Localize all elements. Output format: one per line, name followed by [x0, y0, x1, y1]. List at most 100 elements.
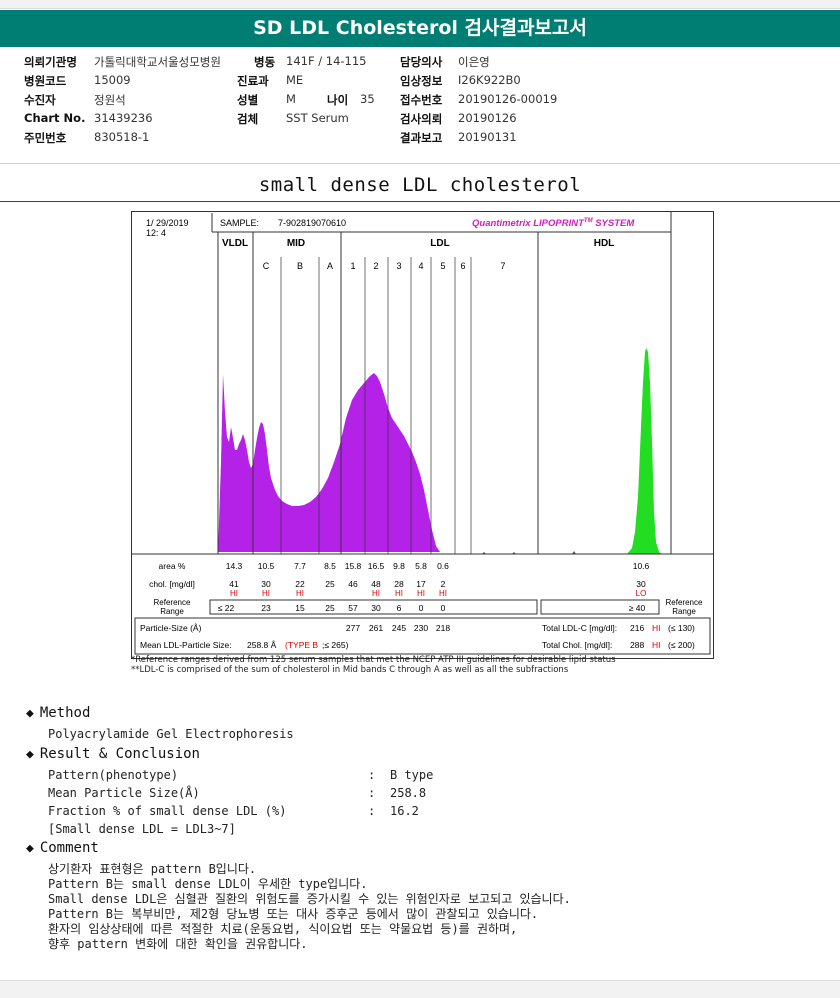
area-label: area %: [159, 561, 186, 571]
diamond-bullet-icon: ◆: [26, 706, 34, 721]
ref-value: 6: [397, 603, 402, 613]
request-label: 검사의뢰: [400, 112, 443, 126]
ref-value: 23: [261, 603, 271, 613]
diamond-bullet-icon: ◆: [26, 841, 34, 856]
result-date-value: 20190131: [458, 130, 517, 144]
sex-label: 성별: [237, 93, 259, 107]
footnote-1: *Reference ranges derived from 125 serum…: [131, 655, 616, 665]
hdl-peak: [627, 348, 662, 554]
clinical-label: 임상정보: [400, 74, 443, 88]
hi-flag: HI: [439, 589, 447, 598]
mean-ldl-type: (TYPE B: [285, 640, 318, 650]
result-date-label: 결과보고: [400, 131, 443, 145]
hi-flag: HI: [262, 589, 270, 598]
ref-value: 0: [419, 603, 424, 613]
hospital-label: 의뢰기관명: [24, 55, 77, 69]
hi-flag: HI: [230, 589, 238, 598]
chol-value: 2: [441, 579, 446, 589]
sub-band-c: C: [263, 261, 270, 271]
mean-ldl-size-value: 258.8 Å: [247, 640, 277, 650]
hospital-value: 가톨릭대학교서울성모병원: [94, 55, 221, 69]
ref-label-right: Reference: [666, 598, 703, 607]
specimen-value: SST Serum: [286, 111, 349, 125]
patient-info: 의뢰기관명 가톨릭대학교서울성모병원 병동 141F / 14-115 담당의사…: [24, 54, 824, 149]
lipoprint-chart: 1/ 29/2019 12: 4 SAMPLE: 7-902819070610 …: [132, 212, 713, 655]
hi-flag: HI: [395, 589, 403, 598]
resident-label: 주민번호: [24, 131, 67, 145]
footnotes: *Reference ranges derived from 125 serum…: [131, 655, 616, 675]
sub-band-1: 1: [350, 261, 355, 271]
total-ldl-label: Total LDL-C [mg/dl]:: [542, 623, 617, 633]
pattern-value: B type: [390, 768, 434, 782]
area-value: 16.5: [368, 561, 385, 571]
sub-band-3: 3: [396, 261, 401, 271]
particle-size-value: 277: [346, 623, 360, 633]
total-chol-value: 288: [630, 640, 644, 650]
method-text: Polyacrylamide Gel Electrophoresis: [48, 727, 294, 741]
chart-label: Chart No.: [24, 111, 86, 125]
age-value: 35: [360, 92, 375, 106]
doctor-value: 이은영: [458, 55, 490, 69]
lipoprint-report: 1/ 29/2019 12: 4 SAMPLE: 7-902819070610 …: [131, 211, 714, 659]
bottom-bar: [0, 980, 840, 998]
area-value: 14.3: [226, 561, 243, 571]
hi-flag: HI: [296, 589, 304, 598]
ref-value: 0: [441, 603, 446, 613]
fraction-value: 16.2: [390, 804, 419, 818]
chol-value: 46: [348, 579, 358, 589]
area-value: 9.8: [393, 561, 405, 571]
area-hdl-value: 10.6: [633, 561, 650, 571]
chol-value: 17: [416, 579, 426, 589]
mean-size-label: Mean Particle Size(Å): [48, 786, 200, 800]
band-ldl: LDL: [430, 238, 449, 249]
electrophoresis-curve: [218, 348, 662, 554]
sub-band-7: 7: [500, 261, 505, 271]
sample-id: 7-902819070610: [278, 218, 346, 228]
area-value: 5.8: [415, 561, 427, 571]
ward-label: 병동: [254, 55, 276, 69]
pattern-label: Pattern(phenotype): [48, 768, 179, 782]
total-ldl-value: 216: [630, 623, 644, 633]
mean-ldl-ref: ;≤ 265): [322, 640, 349, 650]
area-value: 0.6: [437, 561, 449, 571]
colon: :: [368, 786, 376, 800]
sample-label: SAMPLE:: [220, 218, 259, 228]
area-value: 7.7: [294, 561, 306, 571]
colon: :: [368, 768, 376, 782]
chol-value: 41: [229, 579, 239, 589]
chol-label: chol. [mg/dl]: [149, 579, 195, 589]
total-ldl-flag: HI: [652, 623, 661, 633]
report-time: 12: 4: [146, 228, 166, 238]
chol-value: 28: [394, 579, 404, 589]
area-value: 15.8: [345, 561, 362, 571]
dept-value: ME: [286, 73, 304, 87]
resident-value: 830518-1: [94, 130, 150, 144]
section-title: small dense LDL cholesterol: [258, 174, 582, 196]
ref-label-right-2: Range: [672, 607, 696, 616]
total-ldl-ref: (≤ 130): [668, 623, 695, 633]
area-value: 8.5: [324, 561, 336, 571]
particle-size-value: 218: [436, 623, 450, 633]
comment-heading: ◆ Comment: [26, 840, 99, 856]
report-title: SD LDL Cholesterol 검사결과보고서: [0, 10, 840, 47]
top-toolbar: [0, 0, 840, 9]
clinical-value: I26K922B0: [458, 73, 521, 87]
doctor-label: 담당의사: [400, 55, 443, 69]
sub-band-4: 4: [418, 261, 423, 271]
receipt-value: 20190126-00019: [458, 92, 558, 106]
particle-size-label: Particle-Size (Å): [140, 623, 202, 633]
area-value: 10.5: [258, 561, 275, 571]
colon: :: [368, 804, 376, 818]
ref-hdl-value: ≥ 40: [629, 603, 646, 613]
ref-label: Reference: [154, 598, 191, 607]
examinee-label: 수진자: [24, 93, 56, 107]
ref-value: ≤ 22: [218, 603, 235, 613]
total-chol-label: Total Chol. [mg/dl]:: [542, 640, 612, 650]
report-date: 1/ 29/2019: [146, 218, 189, 228]
chol-value: 25: [325, 579, 335, 589]
sex-value: M: [286, 92, 296, 106]
band-mid: MID: [287, 238, 305, 249]
result-note: [Small dense LDL = LDL3~7]: [48, 822, 236, 836]
particle-size-value: 245: [392, 623, 406, 633]
request-value: 20190126: [458, 111, 517, 125]
